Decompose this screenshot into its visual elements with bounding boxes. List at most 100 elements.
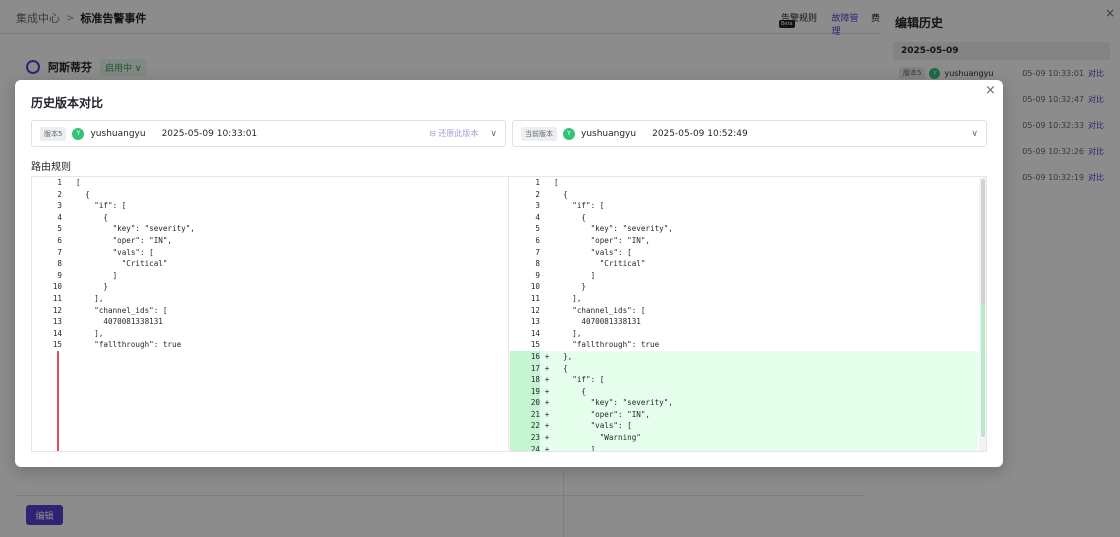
diff-line-added: 22 + "vals": [ bbox=[510, 420, 978, 433]
code-text: "fallthrough": true bbox=[554, 340, 660, 350]
diff-line: 5 "key": "severity", bbox=[510, 223, 978, 235]
diff-line: 12 "channel_ids": [ bbox=[510, 305, 978, 317]
code-text: ], bbox=[554, 328, 582, 338]
diff-marker: + bbox=[544, 444, 550, 452]
diff-line: 13 4070081338131 bbox=[32, 316, 508, 328]
diff-line: 15 "fallthrough": true bbox=[32, 339, 508, 351]
history-time: 05-09 10:32:19 bbox=[1022, 172, 1084, 182]
line-number: 22 bbox=[510, 420, 540, 433]
code-text: "Critical" bbox=[554, 259, 646, 269]
line-number: 19 bbox=[510, 385, 540, 398]
diff-line: 1[ bbox=[510, 177, 978, 189]
diff-line: 10 } bbox=[32, 281, 508, 293]
line-number: 11 bbox=[52, 293, 62, 303]
code-text: "channel_ids": [ bbox=[76, 305, 168, 315]
version-tag: 版本5 bbox=[40, 126, 67, 141]
compare-link[interactable]: 对比 bbox=[1088, 120, 1104, 131]
code-text: "key": "severity", bbox=[554, 398, 673, 408]
section-label: 路由规则 bbox=[31, 162, 71, 173]
removed-marker bbox=[57, 351, 59, 451]
code-text: "vals": [ bbox=[554, 421, 632, 431]
diff-line-added: 23 + "Warning" bbox=[510, 432, 978, 444]
line-number: 3 bbox=[57, 201, 62, 211]
code-text: 4070081338131 bbox=[554, 317, 641, 327]
diff-marker: + bbox=[544, 351, 550, 361]
version-user: yushuangyu bbox=[90, 128, 146, 139]
diff-line: 11 ], bbox=[32, 293, 508, 305]
diff-marker: + bbox=[544, 375, 550, 385]
version-user: yushuangyu bbox=[581, 128, 637, 139]
diff-line-added: 17 + { bbox=[510, 362, 978, 375]
version-tag: 当前版本 bbox=[521, 126, 557, 141]
diff-line: 2 { bbox=[32, 189, 508, 201]
diff-line: 9 ] bbox=[32, 270, 508, 282]
avatar: Y bbox=[929, 67, 941, 79]
diff-line: 5 "key": "severity", bbox=[32, 223, 508, 235]
code-text: "Warning" bbox=[554, 433, 641, 443]
diff-line: 14 ], bbox=[510, 328, 978, 340]
line-number: 11 bbox=[530, 293, 540, 303]
compare-link[interactable]: 对比 bbox=[1088, 172, 1104, 183]
history-time: 05-09 10:33:01 bbox=[1022, 68, 1084, 78]
diff-line: 1[ bbox=[32, 177, 508, 189]
diff-line: 4 { bbox=[510, 212, 978, 224]
diff-scrollbar[interactable] bbox=[979, 177, 986, 451]
diff-line: 13 4070081338131 bbox=[510, 316, 978, 328]
code-text: } bbox=[76, 282, 109, 292]
code-text: ], bbox=[554, 293, 582, 303]
compare-link[interactable]: 对比 bbox=[1088, 94, 1104, 105]
left-version-select[interactable]: 版本5 Y yushuangyu 2025-05-09 10:33:01 ⊟ 还… bbox=[31, 120, 506, 147]
code-text: ], bbox=[76, 328, 104, 338]
diff-right-pane[interactable]: 1[2 {3 "if": [4 {5 "key": "severity", 6 "… bbox=[510, 177, 978, 452]
line-number: 21 bbox=[510, 408, 540, 421]
code-text: "vals": [ bbox=[554, 247, 632, 257]
code-text: "Critical" bbox=[76, 259, 168, 269]
diff-line-added: 20 + "key": "severity", bbox=[510, 397, 978, 409]
line-number: 8 bbox=[57, 259, 62, 269]
code-text: "vals": [ bbox=[76, 247, 154, 257]
line-number: 9 bbox=[535, 270, 540, 280]
diff-left-pane[interactable]: 1[2 {3 "if": [4 {5 "key": "severity", 6 "… bbox=[32, 177, 509, 451]
diff-line: 2 { bbox=[510, 189, 978, 201]
version-time: 2025-05-09 10:33:01 bbox=[161, 128, 258, 139]
line-number: 24 bbox=[510, 443, 540, 451]
restore-version-button[interactable]: ⊟ 还原此版本 bbox=[429, 128, 478, 139]
line-number: 5 bbox=[535, 224, 540, 234]
diff-marker: + bbox=[544, 398, 550, 408]
compare-link[interactable]: 对比 bbox=[1088, 68, 1104, 79]
diff-line: 11 ], bbox=[510, 293, 978, 305]
avatar: Y bbox=[72, 127, 85, 140]
line-number: 15 bbox=[52, 340, 62, 350]
line-number: 12 bbox=[52, 305, 62, 315]
code-text: 4070081338131 bbox=[76, 317, 163, 327]
code-text: "fallthrough": true bbox=[76, 340, 182, 350]
line-number: 7 bbox=[535, 247, 540, 257]
line-number: 13 bbox=[530, 317, 540, 327]
right-version-select[interactable]: 当前版本 Y yushuangyu 2025-05-09 10:52:49 ∨ bbox=[512, 120, 987, 147]
code-text: { bbox=[554, 363, 568, 373]
line-number: 14 bbox=[530, 328, 540, 338]
code-text: "if": [ bbox=[554, 375, 605, 385]
diff-line: 15 "fallthrough": true bbox=[510, 339, 978, 351]
diff-line-added: 16 + }, bbox=[510, 350, 978, 363]
version-compare-modal: 历史版本对比 × 版本5 Y yushuangyu 2025-05-09 10:… bbox=[15, 80, 1003, 467]
close-icon[interactable]: × bbox=[985, 83, 996, 98]
close-icon[interactable]: × bbox=[1105, 6, 1115, 20]
line-number: 14 bbox=[52, 328, 62, 338]
history-time: 05-09 10:32:33 bbox=[1022, 120, 1084, 130]
code-text: ] bbox=[76, 270, 118, 280]
line-number: 12 bbox=[530, 305, 540, 315]
code-text: ] bbox=[554, 270, 596, 280]
compare-link[interactable]: 对比 bbox=[1088, 146, 1104, 157]
line-number: 23 bbox=[510, 432, 540, 444]
line-number: 16 bbox=[510, 350, 540, 363]
diff-line-added: 24 + ] bbox=[510, 443, 978, 452]
code-text: [ bbox=[554, 178, 559, 187]
code-text: "oper": "IN", bbox=[76, 235, 173, 245]
line-number: 18 bbox=[510, 374, 540, 386]
diff-line: 6 "oper": "IN", bbox=[32, 235, 508, 247]
history-user: yushuangyu bbox=[944, 68, 994, 78]
code-text: "key": "severity", bbox=[554, 224, 673, 234]
line-number: 3 bbox=[535, 201, 540, 211]
line-number: 2 bbox=[535, 189, 540, 199]
